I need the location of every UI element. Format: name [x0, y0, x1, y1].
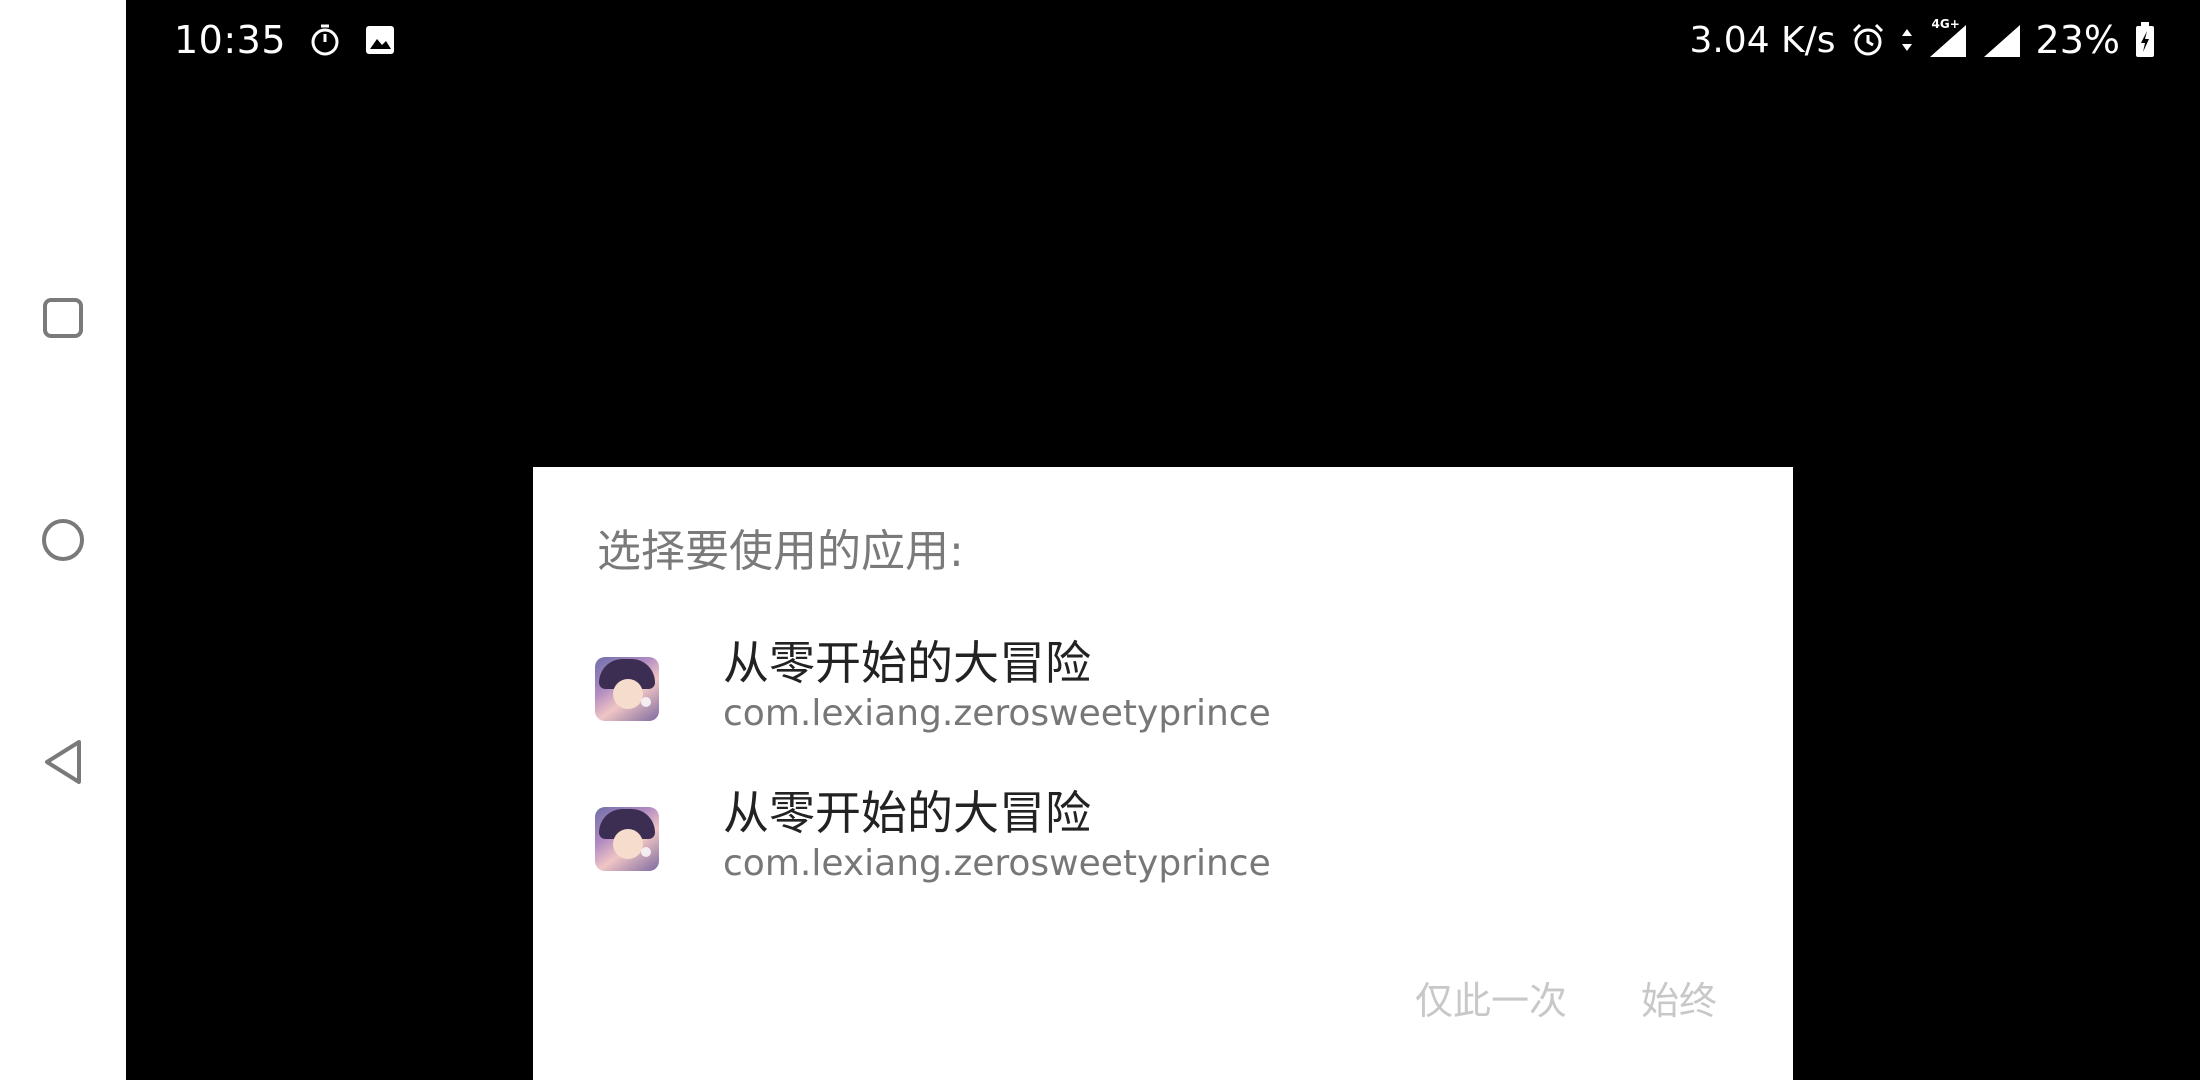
- network-type-label: 4G+: [1931, 17, 1960, 31]
- app-option[interactable]: 从零开始的大冒险 com.lexiang.zerosweetyprince: [533, 627, 1793, 767]
- app-option[interactable]: 从零开始的大冒险 com.lexiang.zerosweetyprince: [533, 777, 1793, 917]
- recents-icon[interactable]: [30, 285, 96, 351]
- just-once-button[interactable]: 仅此一次: [1415, 970, 1567, 1025]
- back-icon[interactable]: [30, 729, 96, 795]
- navigation-bar: [0, 0, 126, 1080]
- battery-percentage: 23%: [2035, 18, 2120, 62]
- app-package: com.lexiang.zerosweetyprince: [723, 693, 1271, 734]
- app-package: com.lexiang.zerosweetyprince: [723, 843, 1271, 884]
- alarm-icon: [1850, 22, 1886, 58]
- clock-time: 10:35: [174, 18, 287, 62]
- signal-icon: [1982, 21, 2022, 59]
- app-chooser-dialog: 选择要使用的应用: 从零开始的大冒险 com.lexiang.zerosweet…: [533, 467, 1793, 1080]
- network-speed: 3.04 K/s: [1689, 19, 1836, 61]
- battery-charging-icon: [2134, 21, 2156, 59]
- data-arrows-icon: [1900, 23, 1914, 57]
- image-icon: [364, 24, 396, 56]
- always-button[interactable]: 始终: [1641, 970, 1717, 1025]
- app-name: 从零开始的大冒险: [723, 786, 1091, 840]
- app-name: 从零开始的大冒险: [723, 636, 1091, 690]
- app-icon: [595, 657, 659, 721]
- timer-icon: [308, 23, 342, 57]
- home-icon[interactable]: [30, 507, 96, 573]
- app-icon: [595, 807, 659, 871]
- signal-icon: 4G+: [1928, 17, 1968, 59]
- dialog-title: 选择要使用的应用:: [597, 526, 964, 577]
- status-bar: 10:35 3.04 K/s 4G+ 23%: [126, 0, 2200, 80]
